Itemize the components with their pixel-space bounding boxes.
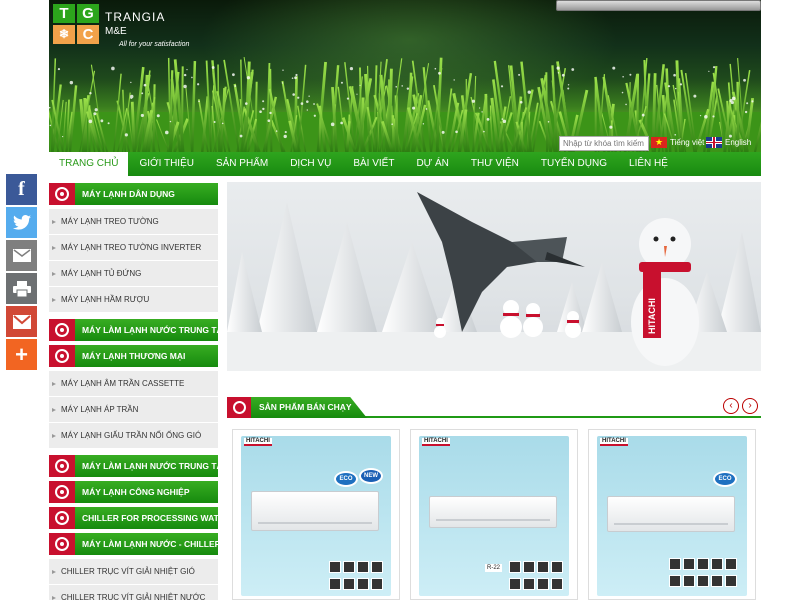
category-icon (49, 455, 75, 477)
product-image: HITACHI ECO NEW (241, 436, 391, 596)
product-card[interactable]: HITACHI ECO (588, 429, 756, 600)
category-label: MÁY LÀM LẠNH NƯỚC - CHILLER (82, 539, 218, 549)
email-share-button[interactable] (6, 240, 37, 271)
envelope-icon (12, 249, 31, 262)
logo-subname: M&E (105, 26, 127, 37)
nav-contact[interactable]: LIÊN HỆ (618, 152, 679, 176)
category-label: MÁY LẠNH DÂN DỤNG (82, 189, 175, 199)
product-card[interactable]: HITACHI ECO NEW (232, 429, 400, 600)
uk-flag-icon (706, 137, 722, 148)
facebook-icon: f (18, 178, 25, 200)
nav-library[interactable]: THƯ VIỆN (460, 152, 530, 176)
category-label: MÁY LÀM LẠNH NƯỚC TRUNG TÂM (82, 461, 218, 471)
eco-badge: ECO (713, 471, 737, 487)
feature-icons (669, 558, 745, 590)
air-conditioner-unit (251, 491, 379, 531)
nav-home[interactable]: TRANG CHỦ (49, 152, 129, 176)
main-nav: TRANG CHỦ GIỚI THIỆU SẢN PHẨM DỊCH VỤ BÀ… (49, 152, 761, 176)
search-input[interactable] (559, 136, 649, 151)
product-image: HITACHI ECO (597, 436, 747, 596)
category-label: MÁY LÀM LẠNH NƯỚC TRUNG TÂM (82, 325, 218, 335)
next-arrow-button[interactable]: › (742, 398, 758, 414)
print-button[interactable] (6, 273, 37, 304)
brand-label: HITACHI (422, 438, 450, 446)
brand-label: HITACHI (244, 438, 272, 446)
category-icon (49, 183, 75, 205)
category-label: MÁY LẠNH THƯƠNG MẠI (82, 351, 186, 361)
plus-icon: + (15, 341, 28, 367)
new-badge: NEW (359, 468, 383, 484)
sidebar-item[interactable]: CHILLER TRỤC VÍT GIẢI NHIỆT NƯỚC (49, 585, 218, 600)
lang-vietnamese[interactable]: ★ Tiếng việt (651, 137, 704, 148)
sidebar-item[interactable]: MÁY LẠNH HẦM RƯỢU (49, 287, 218, 313)
lang-english-label: English (725, 138, 752, 147)
sidebar-item[interactable]: MÁY LẠNH TỦ ĐỨNG (49, 261, 218, 287)
category-header-industrial-ac[interactable]: MÁY LẠNH CÔNG NGHIỆP (49, 481, 218, 503)
logo-name: TRANGIA (105, 10, 166, 24)
twitter-share-button[interactable] (6, 207, 37, 238)
gmail-icon (12, 314, 31, 329)
sidebar-item[interactable]: MÁY LẠNH TREO TƯỜNG (49, 209, 218, 235)
category-sidebar: MÁY LẠNH DÂN DỤNG MÁY LẠNH TREO TƯỜNG MÁ… (49, 183, 218, 600)
sidebar-item[interactable]: MÁY LẠNH ÂM TRẦN CASSETTE (49, 371, 218, 397)
featured-tab: SẢN PHẨM BÁN CHẠY (227, 397, 367, 418)
eco-badge: ECO (334, 471, 358, 487)
nav-products[interactable]: SẢN PHẨM (205, 152, 279, 176)
category-header-central-chiller[interactable]: MÁY LÀM LẠNH NƯỚC TRUNG TÂM (49, 319, 218, 341)
page: T G ❄ C TRANGIA M&E All for your satisfa… (0, 0, 800, 600)
category-header-process-chiller[interactable]: CHILLER FOR PROCESSING WATER (49, 507, 218, 529)
category-icon (227, 397, 251, 418)
category-icon (49, 481, 75, 503)
feature-icons (509, 561, 569, 593)
logo-letter-g: G (77, 4, 99, 23)
gmail-share-button[interactable] (6, 306, 37, 337)
refrigerant-label: R-22 (485, 564, 503, 572)
lang-vietnamese-label: Tiếng việt (670, 138, 705, 147)
logo-slogan: All for your satisfaction (119, 41, 190, 48)
category-label: CHILLER FOR PROCESSING WATER (82, 513, 218, 523)
prev-arrow-button[interactable]: ‹ (723, 398, 739, 414)
air-conditioner-unit (429, 496, 557, 528)
category-header-chiller[interactable]: MÁY LÀM LẠNH NƯỚC - CHILLER (49, 533, 218, 555)
featured-title: SẢN PHẨM BÁN CHẠY (259, 402, 352, 412)
scarf-brand-text: HITACHI (647, 298, 657, 334)
more-share-button[interactable]: + (6, 339, 37, 370)
brand-label: HITACHI (600, 438, 628, 446)
feature-icons (329, 561, 389, 593)
logo-letter-c: C (77, 25, 99, 44)
origami-winter-scene-image: HITACHI (227, 192, 761, 371)
nav-recruitment[interactable]: TUYỂN DỤNG (530, 152, 618, 176)
category-icon (49, 319, 75, 341)
category-header-central-chiller-2[interactable]: MÁY LÀM LẠNH NƯỚC TRUNG TÂM (49, 455, 218, 477)
twitter-icon (12, 215, 31, 230)
featured-section-header: SẢN PHẨM BÁN CHẠY (227, 397, 761, 418)
product-card[interactable]: HITACHI R-22 (410, 429, 578, 600)
nav-services[interactable]: DỊCH VỤ (279, 152, 342, 176)
logo-letter-t: T (53, 4, 75, 23)
facebook-share-button[interactable]: f (6, 174, 37, 205)
printer-icon (12, 280, 31, 297)
sidebar-item[interactable]: MÁY LẠNH ÁP TRẦN (49, 397, 218, 423)
logo[interactable]: T G ❄ C TRANGIA M&E All for your satisfa… (53, 4, 213, 48)
lang-english[interactable]: English (706, 137, 751, 148)
category-icon (49, 507, 75, 529)
vietnam-flag-icon: ★ (651, 137, 667, 148)
top-utility-bar (556, 0, 761, 11)
product-image: HITACHI R-22 (419, 436, 569, 596)
nav-articles[interactable]: BÀI VIẾT (342, 152, 405, 176)
category-icon (49, 533, 75, 555)
category-icon (49, 345, 75, 367)
nav-projects[interactable]: DỰ ÁN (405, 152, 459, 176)
hero-slider-image[interactable]: HITACHI (227, 182, 761, 371)
nav-about[interactable]: GIỚI THIỆU (128, 152, 205, 176)
air-conditioner-unit (607, 496, 735, 532)
category-header-commercial-ac[interactable]: MÁY LẠNH THƯƠNG MẠI (49, 345, 218, 367)
category-header-residential-ac[interactable]: MÁY LẠNH DÂN DỤNG (49, 183, 218, 205)
sidebar-item[interactable]: MÁY LẠNH TREO TƯỜNG INVERTER (49, 235, 218, 261)
sidebar-item[interactable]: CHILLER TRỤC VÍT GIẢI NHIỆT GIÓ (49, 559, 218, 585)
sidebar-item[interactable]: MÁY LẠNH GIẤU TRẦN NỐI ỐNG GIÓ (49, 423, 218, 449)
category-label: MÁY LẠNH CÔNG NGHIỆP (82, 487, 190, 497)
snowflake-icon: ❄ (53, 25, 75, 44)
header-banner: T G ❄ C TRANGIA M&E All for your satisfa… (49, 0, 761, 152)
